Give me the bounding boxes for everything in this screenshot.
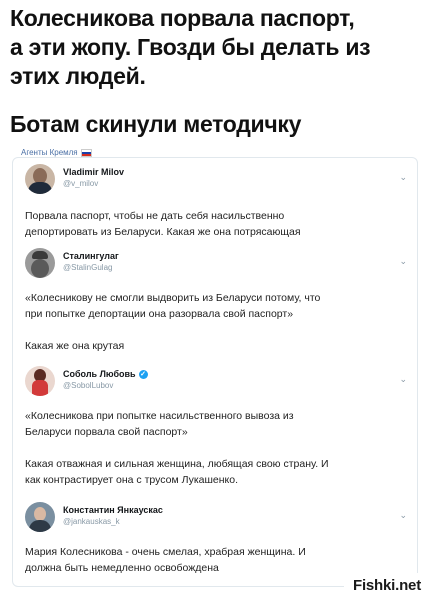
chevron-down-icon[interactable]: ⌄ [399,510,407,521]
tweet-text-line: Какая отважная и сильная женщина, любяща… [25,458,329,470]
author-handle[interactable]: @v_milov [63,179,124,188]
tweet-body: «Колесникову не смогли выдворить из Бела… [25,290,415,354]
watermark: Fishki.net [344,573,430,597]
tweet-header: Сталингулаг @StalinGulag [25,248,415,278]
tweet-author: Соболь Любовь ✓ @SobolLubov [63,366,148,390]
author-name[interactable]: Константин Янкаускас [63,505,163,515]
tweet-author: Константин Янкаускас @jankauskas_k [63,502,163,526]
tweet-text-line: «Колесникову не смогли выдворить из Бела… [25,292,321,304]
author-name[interactable]: Vladimir Milov [63,167,124,177]
author-name[interactable]: Сталингулаг [63,251,119,261]
tweet-text-line [25,322,415,338]
tweet-body: Мария Колесникова - очень смелая, храбра… [25,544,415,576]
avatar[interactable] [25,248,55,278]
author-name-text: Соболь Любовь [63,369,136,379]
tweet[interactable]: Соболь Любовь ✓ @SobolLubov ⌄ «Колеснико… [25,366,415,488]
watermark-text: Fishki.net [352,576,421,594]
tweets-card: Vladimir Milov @v_milov ⌄ Порвала паспор… [12,157,418,587]
tagline-label: Агенты Кремля [21,148,78,157]
author-handle[interactable]: @StalinGulag [63,263,119,272]
tweet[interactable]: Vladimir Milov @v_milov ⌄ Порвала паспор… [25,164,415,240]
chevron-down-icon[interactable]: ⌄ [399,374,407,385]
tweet-text-line: как контрастирует она с трусом Лукашенко… [25,474,239,486]
verified-badge-icon: ✓ [138,369,148,379]
tweet-author: Vladimir Milov @v_milov [63,164,124,188]
tweet-header: Константин Янкаускас @jankauskas_k [25,502,415,532]
subheadline: Ботам скинули методичку [10,111,302,137]
tweet-body: Порвала паспорт, чтобы не дать себя наси… [25,208,415,240]
tweet-header: Соболь Любовь ✓ @SobolLubov [25,366,415,396]
avatar[interactable] [25,366,55,396]
tweet-text-line: Беларуси порвала свой паспорт» [25,426,188,438]
tweet-text-line: Какая же она крутая [25,340,125,352]
chevron-down-icon[interactable]: ⌄ [399,172,407,183]
tweet-body: «Колесникова при попытке насильственного… [25,408,415,488]
headline-line: а эти жопу. Гвозди бы делать из [10,34,371,60]
tweet-text-line [25,440,415,456]
tweet-header: Vladimir Milov @v_milov [25,164,415,194]
tweet-text-line: Порвала паспорт, чтобы не дать себя наси… [25,210,285,222]
tagline: Агенты Кремля [21,148,92,157]
author-name[interactable]: Соболь Любовь ✓ [63,369,148,379]
headline-line: этих людей. [10,63,146,89]
tweet-text-line: Мария Колесникова - очень смелая, храбра… [25,546,306,558]
russia-flag-icon [80,148,92,157]
tweet[interactable]: Сталингулаг @StalinGulag ⌄ «Колесникову … [25,248,415,354]
author-handle[interactable]: @SobolLubov [63,381,148,390]
tweet-text-line: «Колесникова при попытке насильственного… [25,410,294,422]
chevron-down-icon[interactable]: ⌄ [399,256,407,267]
tweet-text-line: депортировать из Беларуси. Какая же она … [25,226,301,238]
headline-line: Колесникова порвала паспорт, [10,5,355,31]
tweet-author: Сталингулаг @StalinGulag [63,248,119,272]
headline: Колесникова порвала паспорт, а эти жопу.… [10,4,426,91]
tweet-text-line: при попытке депортации она разорвала сво… [25,308,294,320]
tweet[interactable]: Константин Янкаускас @jankauskas_k ⌄ Мар… [25,502,415,576]
avatar[interactable] [25,164,55,194]
avatar[interactable] [25,502,55,532]
author-handle[interactable]: @jankauskas_k [63,517,163,526]
